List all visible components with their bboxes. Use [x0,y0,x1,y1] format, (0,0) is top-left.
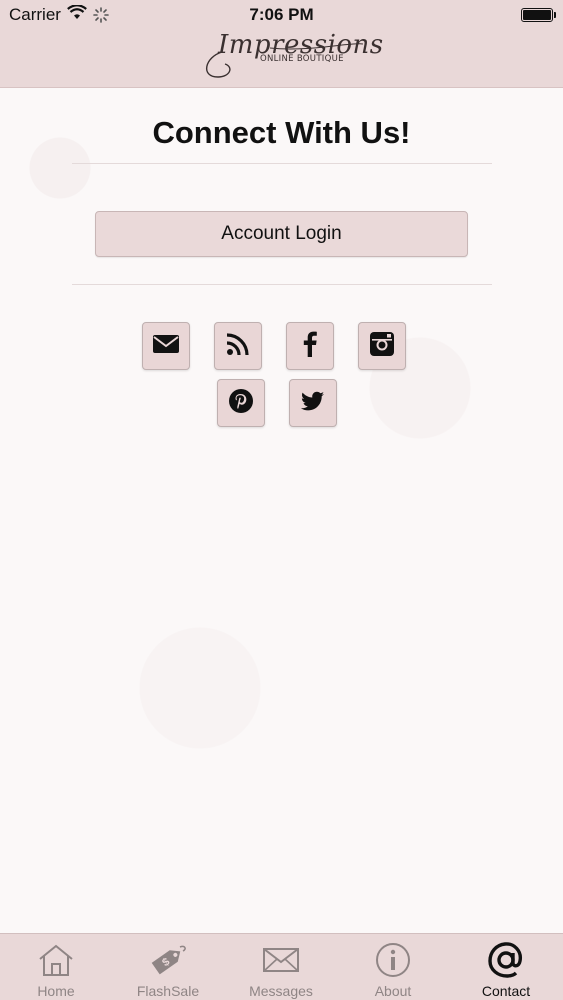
status-time: 7:06 PM [249,5,314,24]
twitter-icon [299,387,327,420]
email-button[interactable] [142,322,190,370]
instagram-icon [368,330,396,363]
price-tag-icon: $ [112,940,224,980]
at-sign-icon [450,940,562,980]
status-bar: Carrier 7:06 PM [0,0,563,30]
tab-messages-label: Messages [249,983,313,999]
facebook-button[interactable] [286,322,334,370]
envelope-icon [225,940,337,980]
page-title: Connect With Us! [152,115,411,150]
tab-about[interactable]: About [337,934,449,1000]
tab-contact-label: Contact [481,983,531,999]
rss-icon [224,330,252,363]
tab-home[interactable]: Home [0,934,112,1000]
tab-contact[interactable]: Contact [450,934,562,1000]
account-login-button[interactable]: Account Login [95,211,468,257]
email-icon [152,330,180,363]
logo-subtitle: ONLINE BOUTIQUE [260,54,344,64]
tab-about-label: About [374,983,412,999]
pinterest-button[interactable] [217,379,265,427]
boutique-logo: Impressions ONLINE BOUTIQUE [200,30,383,82]
tab-flashsale[interactable]: $ FlashSale [112,934,224,1000]
top-bar: Carrier 7:06 PM Impressions ONLINE BOUTI… [0,0,563,88]
twitter-button[interactable] [289,379,337,427]
tab-home-label: Home [37,983,75,999]
rss-button[interactable] [214,322,262,370]
divider-bottom [72,284,492,285]
home-icon [0,940,112,980]
battery-icon [521,8,556,22]
info-icon [337,940,449,980]
facebook-icon [296,330,324,363]
tab-flashsale-label: FlashSale [136,983,200,999]
instagram-button[interactable] [358,322,406,370]
tab-messages[interactable]: Messages [225,934,337,1000]
pinterest-icon [227,387,255,420]
tab-bar: Home $ FlashSale Messages About Contact [0,933,563,1000]
divider-top [72,163,492,164]
